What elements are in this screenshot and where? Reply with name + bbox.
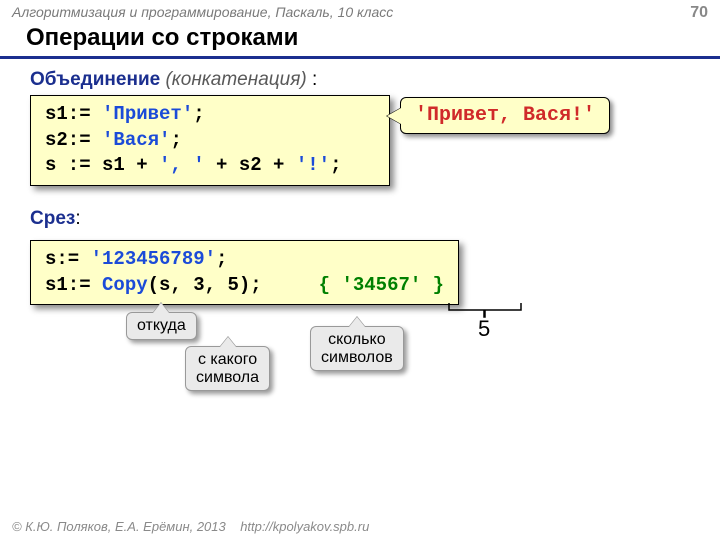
code-concat: s1:= 'Привет'; s2:= 'Вася'; s := s1 + ',… xyxy=(30,95,390,186)
course-name: Алгоритмизация и программирование, Паска… xyxy=(12,4,393,20)
footer: © К.Ю. Поляков, Е.А. Ерёмин, 2013 http:/… xyxy=(12,519,369,534)
section-slice-heading: Срез: xyxy=(30,208,696,230)
result-callout: 'Привет, Вася!' xyxy=(400,97,610,134)
page-title: Операции со строками xyxy=(0,22,720,59)
bracket-label-5: 5 xyxy=(478,316,490,342)
note-how-many: сколько символов xyxy=(310,326,404,371)
note-from: откуда xyxy=(126,312,197,340)
section-concat-heading: Объединение (конкатенация) : xyxy=(30,69,696,91)
page-number: 70 xyxy=(690,4,708,22)
code-slice: s:= '123456789'; s1:= Copy(s, 3, 5); { '… xyxy=(30,240,459,305)
footer-url: http://kpolyakov.spb.ru xyxy=(240,519,369,534)
note-which-char: с какого символа xyxy=(185,346,270,391)
